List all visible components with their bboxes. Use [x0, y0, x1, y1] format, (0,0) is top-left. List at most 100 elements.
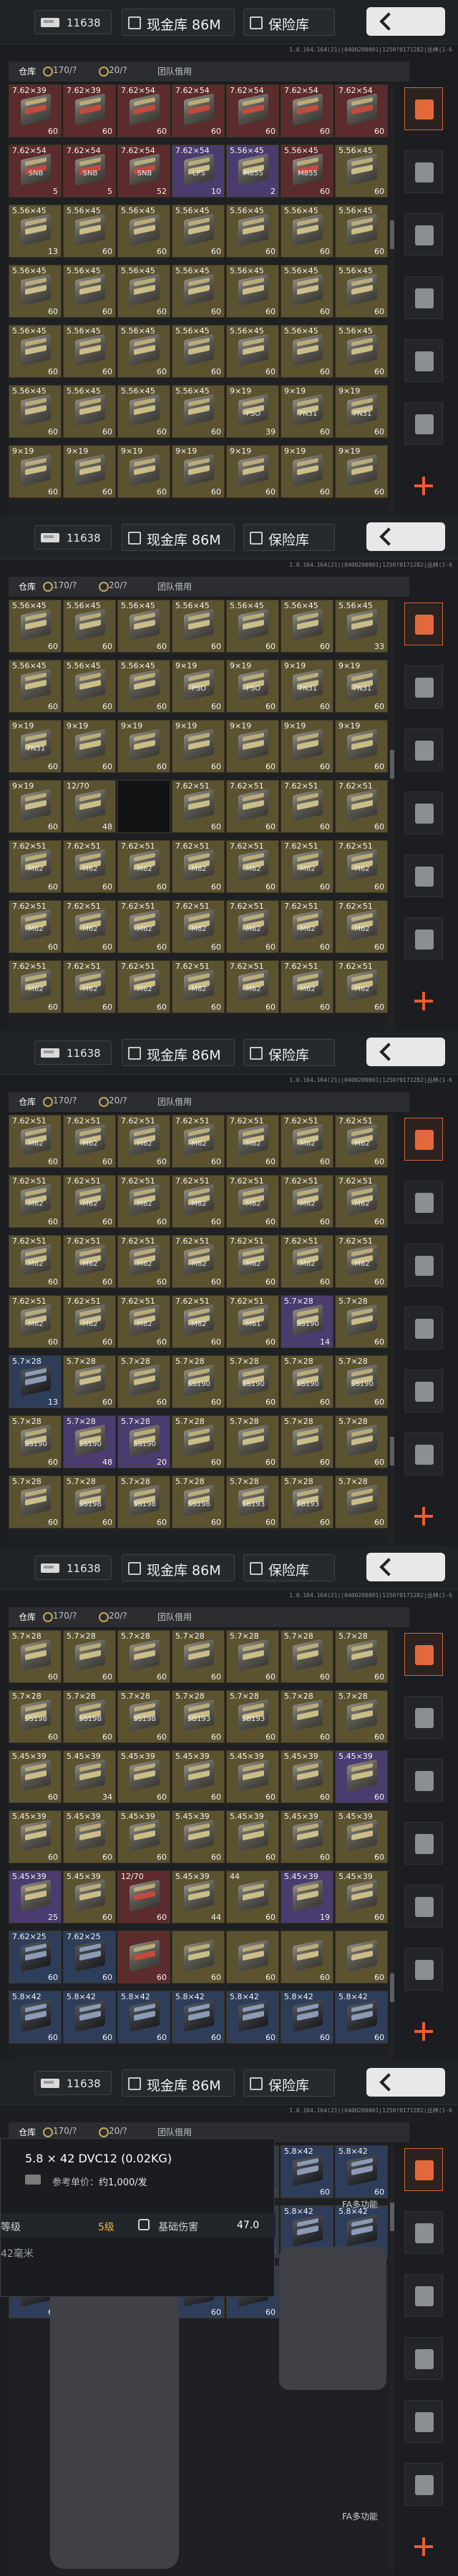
- inventory-cell[interactable]: 5.45×39 60: [117, 1810, 170, 1863]
- inventory-cell[interactable]: 7.62×51 M62 60: [117, 1295, 170, 1348]
- inventory-cell[interactable]: 9×19 60: [281, 445, 333, 498]
- inventory-cell[interactable]: 5.7×28 60: [63, 1355, 116, 1408]
- inventory-cell[interactable]: 5.45×39 60: [335, 1810, 388, 1863]
- inventory-cell[interactable]: 5.7×28 60: [335, 1295, 388, 1348]
- tab-slots-small[interactable]: 20/?: [99, 1611, 127, 1622]
- sidebar-category-armor[interactable]: [404, 2400, 443, 2443]
- inventory-cell[interactable]: 5.56×45 60: [281, 205, 333, 258]
- inventory-cell[interactable]: 5.7×28 SS190 14: [281, 1295, 333, 1348]
- inventory-cell[interactable]: 5.7×28 SS198 60: [117, 1690, 170, 1743]
- inventory-cell[interactable]: 7.62×54 60: [335, 84, 388, 137]
- inventory-cell[interactable]: 9×19 60: [172, 445, 225, 498]
- inventory-cell[interactable]: 7.62×51 M62 60: [281, 840, 333, 893]
- inventory-cell[interactable]: 5.56×45 M855 60: [281, 145, 333, 197]
- inventory-cell[interactable]: 9×19 60: [226, 445, 279, 498]
- inventory-cell[interactable]: 9×19 60: [117, 720, 170, 773]
- inventory-cell[interactable]: 7.62×54 SNB 52: [117, 145, 170, 197]
- inventory-cell[interactable]: 5.56×45 60: [172, 205, 225, 258]
- inventory-cell[interactable]: 5.56×45 60: [172, 600, 225, 653]
- sidebar-category-helmet[interactable]: [404, 402, 443, 445]
- inventory-cell[interactable]: 7.62×51 M62 60: [117, 1175, 170, 1228]
- inventory-cell[interactable]: 5.56×45 60: [63, 385, 116, 438]
- tab-team-borrow[interactable]: 团队借用: [157, 2126, 192, 2138]
- inventory-cell[interactable]: 7.62×51 M62 60: [226, 1235, 279, 1288]
- inventory-cell[interactable]: 7.62×51 M62 60: [226, 960, 279, 1013]
- inventory-cell[interactable]: 7.62×25 60: [63, 1931, 116, 1984]
- inventory-cell[interactable]: 5.56×45 60: [117, 265, 170, 318]
- inventory-cell[interactable]: 5.56×45 60: [172, 265, 225, 318]
- add-icon[interactable]: [414, 477, 433, 495]
- safe-vault-button[interactable]: 保险库: [243, 9, 335, 36]
- sidebar-category-magazine[interactable]: [404, 728, 443, 771]
- safe-vault-button[interactable]: 保险库: [243, 1039, 335, 1066]
- inventory-cell[interactable]: 7.62×51 M62 60: [9, 1295, 62, 1348]
- sidebar-category-pistol[interactable]: [404, 1307, 443, 1350]
- inventory-cell[interactable]: 7.62×51 M62 60: [63, 1295, 116, 1348]
- inventory-cell[interactable]: 7.62×51 M62 60: [226, 900, 279, 953]
- inventory-cell[interactable]: 12/70 48: [63, 780, 116, 833]
- scrollbar-thumb[interactable]: [390, 2202, 394, 2231]
- tab-slots-small[interactable]: 20/?: [99, 1096, 127, 1107]
- cash-vault-button[interactable]: 现金库 86M: [122, 2069, 235, 2097]
- inventory-cell[interactable]: 7.62×39 60: [9, 84, 62, 137]
- inventory-cell[interactable]: 9×19 7N31 60: [281, 660, 333, 713]
- inventory-cell[interactable]: 7.62×51 M62 60: [226, 1175, 279, 1228]
- inventory-cell[interactable]: 5.7×28 SS198 60: [63, 1690, 116, 1743]
- tab-slots-large[interactable]: 170/?: [42, 2126, 77, 2137]
- inventory-cell[interactable]: 7.62×54 60: [117, 84, 170, 137]
- inventory-cell[interactable]: 60: [117, 1931, 170, 1984]
- sidebar-category-pistol[interactable]: [404, 2337, 443, 2380]
- safe-vault-button[interactable]: 保险库: [243, 2069, 335, 2097]
- tab-warehouse[interactable]: 仓库: [19, 580, 36, 592]
- inventory-cell[interactable]: 5.56×45 60: [335, 205, 388, 258]
- inventory-cell[interactable]: 5.45×39 60: [172, 1750, 225, 1803]
- inventory-cell[interactable]: 9×19 60: [9, 445, 62, 498]
- tab-warehouse[interactable]: 仓库: [19, 1611, 36, 1623]
- cash-vault-button[interactable]: 现金库 86M: [122, 1039, 235, 1066]
- sidebar-category-helmet[interactable]: [404, 917, 443, 960]
- inventory-cell[interactable]: 7.62×54 60: [281, 84, 333, 137]
- inventory-cell[interactable]: 5.45×39 60: [335, 1750, 388, 1803]
- inventory-cell[interactable]: 60: [335, 1931, 388, 1984]
- inventory-cell[interactable]: 7.62×51 M62 60: [172, 960, 225, 1013]
- inventory-cell[interactable]: 5.8×42 60: [117, 1991, 170, 2044]
- inventory-cell[interactable]: 5.7×28 60: [226, 1630, 279, 1683]
- inventory-cell[interactable]: 7.62×51 M62 60: [172, 900, 225, 953]
- inventory-cell[interactable]: 5.56×45 60: [63, 325, 116, 378]
- inventory-cell[interactable]: 7.62×51 M62 60: [9, 840, 62, 893]
- scrollbar-thumb[interactable]: [390, 220, 394, 249]
- inventory-cell[interactable]: 5.56×45 60: [117, 325, 170, 378]
- inventory-cell[interactable]: 7.62×39 60: [63, 84, 116, 137]
- inventory-cell[interactable]: 5.56×45 60: [9, 600, 62, 653]
- add-icon[interactable]: [414, 1507, 433, 1526]
- inventory-cell[interactable]: 7.62×51 M62 60: [117, 960, 170, 1013]
- inventory-cell[interactable]: 7.62×51 M62 60: [226, 1115, 279, 1168]
- inventory-cell[interactable]: 9×19 60: [172, 720, 225, 773]
- inventory-cell[interactable]: 7.62×51 M62 60: [117, 1115, 170, 1168]
- inventory-cell[interactable]: 7.62×51 M62 60: [281, 900, 333, 953]
- inventory-cell[interactable]: 7.62×51 M61 60: [226, 1295, 279, 1348]
- inventory-cell[interactable]: 7.62×51 M62 60: [117, 1235, 170, 1288]
- inventory-cell[interactable]: 5.7×28 SS190 60: [172, 1355, 225, 1408]
- inventory-cell[interactable]: 5.45×39 60: [9, 1810, 62, 1863]
- sidebar-category-magazine[interactable]: [404, 1759, 443, 1802]
- sidebar-category-magazine[interactable]: [404, 213, 443, 256]
- inventory-cell[interactable]: 5.7×28 60: [335, 1475, 388, 1528]
- inventory-cell[interactable]: 5.7×28 60: [281, 1630, 333, 1683]
- inventory-cell[interactable]: 60: [281, 1931, 333, 1984]
- sidebar-category-magazine[interactable]: [404, 1244, 443, 1287]
- inventory-cell[interactable]: 5.7×28 60: [335, 1630, 388, 1683]
- sidebar-category-armor[interactable]: [404, 1885, 443, 1928]
- inventory-cell[interactable]: 7.62×51 M62 60: [63, 1235, 116, 1288]
- inventory-cell[interactable]: 5.7×28 SS198 60: [63, 1475, 116, 1528]
- tab-warehouse[interactable]: 仓库: [19, 1096, 36, 1108]
- tab-warehouse[interactable]: 仓库: [19, 2126, 36, 2138]
- inventory-cell[interactable]: 7.62×54 SNB 5: [63, 145, 116, 197]
- inventory-cell[interactable]: 5.56×45 60: [63, 600, 116, 653]
- tab-team-borrow[interactable]: 团队借用: [157, 65, 192, 77]
- tab-slots-small[interactable]: 20/?: [99, 65, 127, 77]
- inventory-cell[interactable]: 7.62×51 M62 60: [281, 1235, 333, 1288]
- scrollbar-thumb[interactable]: [390, 1437, 394, 1465]
- sidebar-category-armor[interactable]: [404, 339, 443, 382]
- inventory-cell[interactable]: 5.45×39 19: [281, 1870, 333, 1923]
